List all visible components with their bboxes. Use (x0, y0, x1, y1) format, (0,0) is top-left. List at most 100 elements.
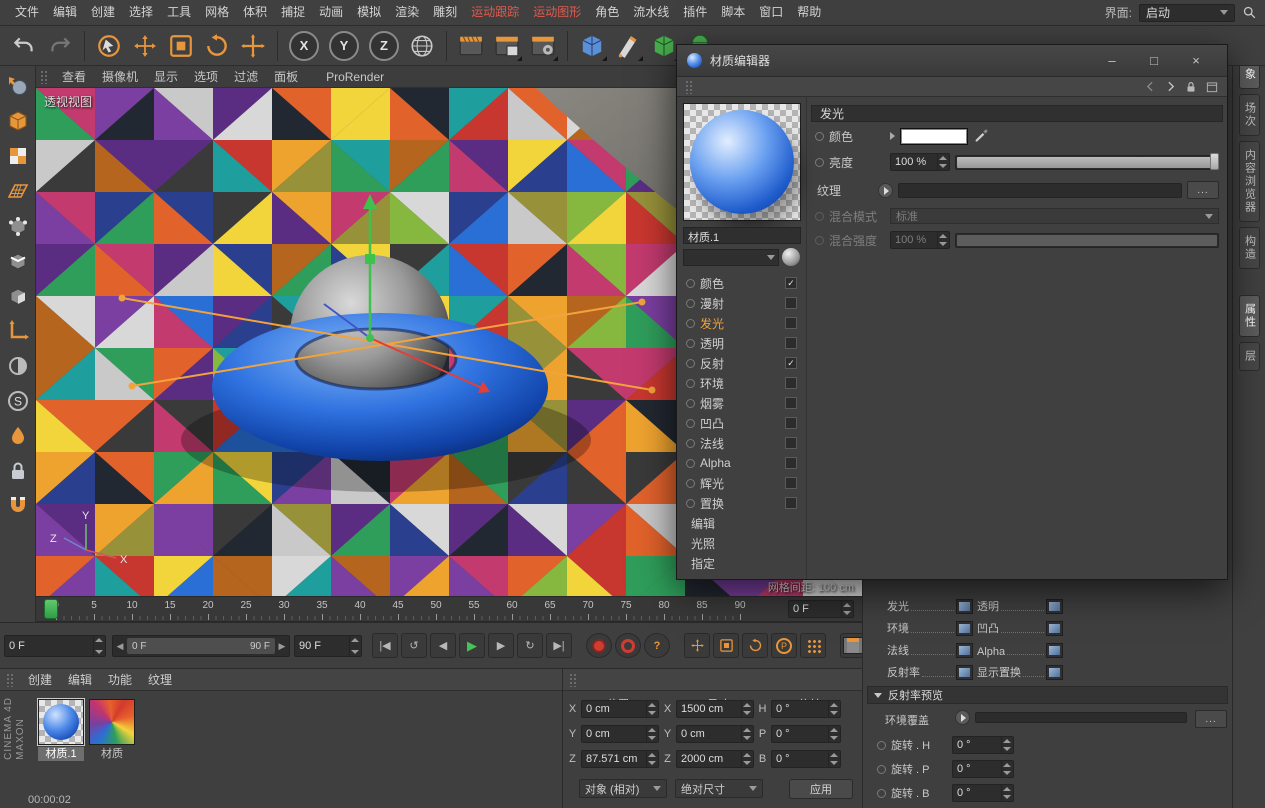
menubar-item-16[interactable]: 插件 (676, 0, 714, 25)
maximize-button[interactable]: □ (1133, 45, 1175, 76)
ruler-frame-85[interactable]: 85 (692, 600, 712, 611)
menubar-item-0[interactable]: 文件 (8, 0, 46, 25)
channel-texture-button[interactable] (1046, 599, 1063, 614)
env-texture-arrow-button[interactable] (955, 710, 970, 725)
menubar-item-9[interactable]: 模拟 (350, 0, 388, 25)
add-primitive-button[interactable] (575, 29, 609, 63)
preview-type-dropdown[interactable] (683, 249, 779, 266)
previous-frame-button[interactable]: ◀ (430, 633, 456, 658)
record-keyframe-button[interactable] (586, 633, 612, 658)
position-field[interactable]: 87.571 cm (581, 750, 659, 768)
rotation-field[interactable]: 0 ° (952, 760, 1014, 778)
mid-tab-0[interactable]: 属性 (1239, 295, 1260, 337)
channel-texture-button[interactable] (1046, 621, 1063, 636)
position-field[interactable]: 0 cm (581, 725, 659, 743)
material-item-0[interactable]: 材质.1 (38, 699, 84, 761)
ruler-frame-20[interactable]: 20 (198, 600, 218, 611)
material-editor-titlebar[interactable]: 材质编辑器 – □ × (677, 45, 1227, 77)
edges-mode-button[interactable] (4, 247, 32, 275)
polygons-mode-button[interactable] (4, 282, 32, 310)
menubar-item-4[interactable]: 工具 (160, 0, 198, 25)
ruler-frame-30[interactable]: 30 (274, 600, 294, 611)
channel-0[interactable]: 颜色✓ (677, 273, 806, 293)
render-view-button[interactable] (454, 29, 488, 63)
lock-y-axis-button[interactable]: Y (329, 31, 359, 61)
menubar-item-5[interactable]: 网格 (198, 0, 236, 25)
close-button[interactable]: × (1175, 45, 1217, 76)
channel-checkbox[interactable] (785, 397, 797, 409)
ruler-frame-90[interactable]: 90 (730, 600, 750, 611)
loop-playback-button[interactable]: ↻ (517, 633, 543, 658)
ruler-frame-55[interactable]: 55 (464, 600, 484, 611)
tab-1[interactable]: 场次 (1239, 94, 1260, 136)
rotation-field[interactable]: 0 ° (771, 725, 841, 743)
points-mode-button[interactable] (4, 212, 32, 240)
menubar-item-8[interactable]: 动画 (312, 0, 350, 25)
channel-checkbox[interactable] (785, 437, 797, 449)
range-left-arrow-icon[interactable]: ◀ (113, 641, 127, 652)
channel-checkbox[interactable]: ✓ (785, 277, 797, 289)
channel-checkbox[interactable] (785, 317, 797, 329)
play-backward-button[interactable]: ↺ (401, 633, 427, 658)
preview-range-slider[interactable]: ◀ 0 F 90 F ▶ (112, 635, 290, 657)
viewport-menu-6[interactable]: ProRender (318, 70, 392, 84)
channel-1[interactable]: 漫射 (677, 293, 806, 313)
keyframe-options-button[interactable]: ? (644, 633, 670, 658)
material-menu-2[interactable]: 功能 (100, 671, 140, 688)
ruler-frame-5[interactable]: 5 (84, 600, 104, 611)
ruler-frame-65[interactable]: 65 (540, 600, 560, 611)
material-preview[interactable] (683, 103, 801, 221)
move-tool-button[interactable] (128, 29, 162, 63)
viewport-solo-button[interactable] (4, 352, 32, 380)
menubar-item-18[interactable]: 窗口 (752, 0, 790, 25)
channel-6[interactable]: 烟雾 (677, 393, 806, 413)
material-thumbnail[interactable] (89, 699, 135, 745)
tab-3[interactable]: 构造 (1239, 227, 1260, 269)
channel-texture-button[interactable] (956, 665, 973, 680)
playhead[interactable] (44, 599, 58, 619)
channel-4[interactable]: 反射✓ (677, 353, 806, 373)
rotation-field[interactable]: 0 ° (771, 750, 841, 768)
scale-tool-button[interactable] (164, 29, 198, 63)
minimize-button[interactable]: – (1091, 45, 1133, 76)
channel-7[interactable]: 凹凸 (677, 413, 806, 433)
ruler-frame-10[interactable]: 10 (122, 600, 142, 611)
position-field[interactable]: 0 cm (581, 700, 659, 718)
expand-triangle-icon[interactable] (890, 132, 895, 140)
menubar-item-10[interactable]: 渲染 (388, 0, 426, 25)
axis-mode-button[interactable] (4, 317, 32, 345)
next-frame-button[interactable]: ▶ (488, 633, 514, 658)
object-mode-dropdown[interactable]: 对象 (相对) (579, 779, 667, 798)
material-menu-3[interactable]: 纹理 (140, 671, 180, 688)
end-frame-field[interactable]: 90 F (294, 635, 362, 657)
search-icon[interactable] (1242, 5, 1257, 20)
key-circle-icon[interactable] (877, 789, 886, 798)
render-picture-viewer-button[interactable] (490, 29, 524, 63)
key-position-button[interactable] (684, 633, 710, 658)
brightness-slider[interactable] (955, 155, 1219, 170)
range-right-arrow-icon[interactable]: ▶ (275, 641, 289, 652)
model-mode-button[interactable] (4, 107, 32, 135)
spline-pen-button[interactable] (611, 29, 645, 63)
paint-tool-button[interactable] (4, 422, 32, 450)
channel-checkbox[interactable] (785, 297, 797, 309)
channel-5[interactable]: 环境 (677, 373, 806, 393)
float-window-icon[interactable] (1205, 80, 1219, 94)
current-frame-field[interactable]: 0 F (4, 635, 106, 657)
channel-texture-button[interactable] (956, 621, 973, 636)
menubar-item-2[interactable]: 创建 (84, 0, 122, 25)
channel-checkbox[interactable] (785, 457, 797, 469)
key-circle-icon[interactable] (815, 132, 824, 141)
size-mode-dropdown[interactable]: 绝对尺寸 (675, 779, 763, 798)
channel-action-1[interactable]: 光照 (677, 533, 806, 553)
material-menu-1[interactable]: 编辑 (60, 671, 100, 688)
menubar-item-12[interactable]: 运动跟踪 (464, 0, 526, 25)
channel-checkbox[interactable] (785, 417, 797, 429)
key-circle-icon[interactable] (815, 158, 824, 167)
ruler-frame-40[interactable]: 40 (350, 600, 370, 611)
ruler-frame-25[interactable]: 25 (236, 600, 256, 611)
env-texture-slot[interactable] (975, 712, 1187, 723)
ruler-frame-70[interactable]: 70 (578, 600, 598, 611)
texture-mode-button[interactable] (4, 142, 32, 170)
undo-button[interactable] (7, 29, 41, 63)
